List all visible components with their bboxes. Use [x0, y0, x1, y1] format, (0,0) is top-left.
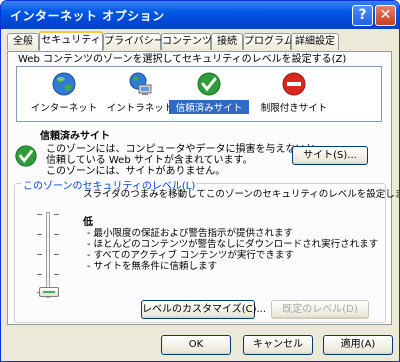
zone-trusted-sites[interactable]: 信頼済みサイト — [169, 71, 249, 114]
window-title: インターネット オプション — [10, 9, 165, 23]
slider-tick — [54, 214, 59, 215]
tab-advanced[interactable]: 詳細設定 — [291, 33, 339, 50]
slider-tick — [54, 274, 59, 275]
title-bar[interactable]: インターネット オプション ? ✕ — [1, 1, 399, 29]
zone-list[interactable]: インターネット イントラネット 信頼済みサイト 制限付きサイト — [16, 66, 382, 122]
level-description-item: - 最小限度の保証および警告指示が提供されます — [87, 228, 293, 239]
tab-connections[interactable]: 接続 — [211, 33, 243, 50]
level-description-item: - すべてのアクティブ コンテンツが実行できます — [87, 250, 294, 261]
internet-options-dialog: インターネット オプション ? ✕ 全般 セキュリティ プライバシー コンテンツ… — [0, 0, 400, 362]
zone-internet[interactable]: インターネット — [29, 71, 99, 114]
close-icon: ✕ — [379, 7, 392, 23]
zone-title: 信頼済みサイト — [40, 131, 110, 142]
tab-content[interactable]: コンテンツ — [161, 33, 212, 50]
default-level-button[interactable]: 既定のレベル(D) — [271, 300, 369, 319]
zone-instructions: Web コンテンツのゾーンを選択してセキュリティのレベルを設定する(Z) — [18, 54, 347, 65]
cancel-button[interactable]: キャンセル — [243, 335, 313, 355]
slider-tick — [37, 214, 42, 215]
restricted-icon — [282, 72, 306, 96]
slider-tick — [37, 254, 42, 255]
level-description-item: - ほとんどのコンテンツが警告なしにダウンロードされ実行されます — [87, 239, 379, 250]
zone-label: 制限付きサイト — [260, 103, 328, 114]
slider-tick — [54, 234, 59, 235]
security-tab-panel: Web コンテンツのゾーンを選択してセキュリティのレベルを設定する(Z) インタ… — [7, 51, 399, 325]
zone-label: イントラネット — [106, 103, 174, 114]
help-icon: ? — [358, 7, 367, 23]
slider-thumb[interactable] — [39, 287, 59, 297]
tab-privacy[interactable]: プライバシー — [103, 33, 164, 50]
slider-track[interactable] — [46, 212, 50, 298]
sites-button[interactable]: サイト(S)... — [292, 146, 368, 165]
slider-tick — [37, 234, 42, 235]
zone-intranet[interactable]: イントラネット — [105, 71, 175, 114]
level-description-item: - サイトを無条件に信頼します — [87, 261, 217, 272]
zone-restricted-sites[interactable]: 制限付きサイト — [255, 71, 333, 114]
custom-level-button[interactable]: レベルのカスタマイズ(C)... — [141, 300, 266, 319]
close-button[interactable]: ✕ — [375, 5, 396, 26]
tab-general[interactable]: 全般 — [7, 33, 39, 50]
security-level-group: このゾーンのセキュリティのレベル(L) スライダのつまみを移動してこのゾーンのセ… — [14, 177, 399, 323]
zone-label: 信頼済みサイト — [169, 100, 249, 114]
apply-button[interactable]: 適用(A) — [323, 335, 393, 355]
level-description-list: - 最小限度の保証および警告指示が提供されます - ほとんどのコンテンツが警告な… — [87, 228, 378, 272]
slider-tick — [37, 274, 42, 275]
ok-button[interactable]: OK — [161, 335, 231, 355]
slider-tick — [54, 254, 59, 255]
check-icon — [15, 145, 37, 167]
tab-security[interactable]: セキュリティ — [39, 31, 103, 51]
slider-instruction: スライダのつまみを移動してこのゾーンのセキュリティのレベルを設定します。 — [83, 189, 400, 200]
help-button[interactable]: ? — [352, 5, 373, 26]
intranet-icon — [129, 72, 152, 95]
zone-label: インターネット — [30, 103, 98, 114]
tab-programs[interactable]: プログラム — [243, 33, 294, 50]
globe-icon — [52, 72, 76, 96]
check-icon — [197, 72, 221, 96]
